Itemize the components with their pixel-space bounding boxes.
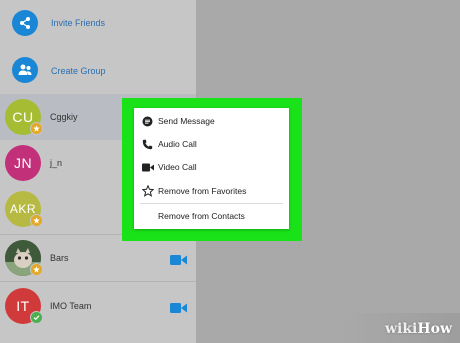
divider (0, 281, 196, 282)
group-icon (12, 57, 38, 83)
contact-row-imo-team[interactable]: IT IMO Team (0, 283, 196, 329)
contact-name: IMO Team (50, 301, 92, 311)
favorite-star-badge-icon (30, 263, 43, 276)
video-icon (141, 161, 154, 174)
create-group-label: Create Group (51, 66, 106, 76)
contact-name: Cggkiy (50, 112, 78, 122)
wikihow-watermark: wikiHow (385, 321, 452, 337)
contact-name: j_n (50, 158, 63, 168)
menu-item-audio-call[interactable]: Audio Call (134, 133, 289, 155)
menu-item-label: Send Message (158, 116, 215, 126)
watermark-how: How (417, 321, 452, 337)
invite-friends-label: Invite Friends (51, 18, 106, 28)
avatar: JN (5, 145, 41, 181)
contact-context-menu: Send Message Audio Call Video Call Remov… (134, 108, 289, 229)
menu-item-label: Remove from Contacts (158, 211, 245, 221)
verified-check-badge-icon (30, 311, 43, 324)
menu-item-remove-favorites[interactable]: Remove from Favorites (134, 180, 289, 202)
menu-item-send-message[interactable]: Send Message (134, 110, 289, 132)
invite-friends-row[interactable]: Invite Friends (0, 0, 196, 46)
favorite-star-badge-icon (30, 214, 43, 227)
menu-item-video-call[interactable]: Video Call (134, 156, 289, 178)
contact-row-bars[interactable]: Bars (0, 235, 196, 281)
star-outline-icon (141, 185, 154, 198)
menu-item-label: Audio Call (158, 139, 197, 149)
menu-item-remove-contacts[interactable]: Remove from Contacts (134, 205, 289, 227)
video-call-icon[interactable] (170, 253, 187, 265)
chat-icon (141, 115, 154, 128)
favorite-star-badge-icon (30, 122, 43, 135)
menu-item-label: Remove from Favorites (158, 186, 247, 196)
contact-name: Bars (50, 253, 69, 263)
share-icon (12, 10, 38, 36)
menu-item-label: Video Call (158, 162, 197, 172)
imo-app-window: Invite Friends Create Group CU Cggkiy JN… (0, 0, 460, 343)
watermark-wiki: wiki (384, 321, 418, 337)
video-call-icon[interactable] (170, 301, 187, 313)
create-group-row[interactable]: Create Group (0, 46, 196, 92)
menu-divider (140, 203, 283, 204)
phone-icon (141, 138, 154, 151)
